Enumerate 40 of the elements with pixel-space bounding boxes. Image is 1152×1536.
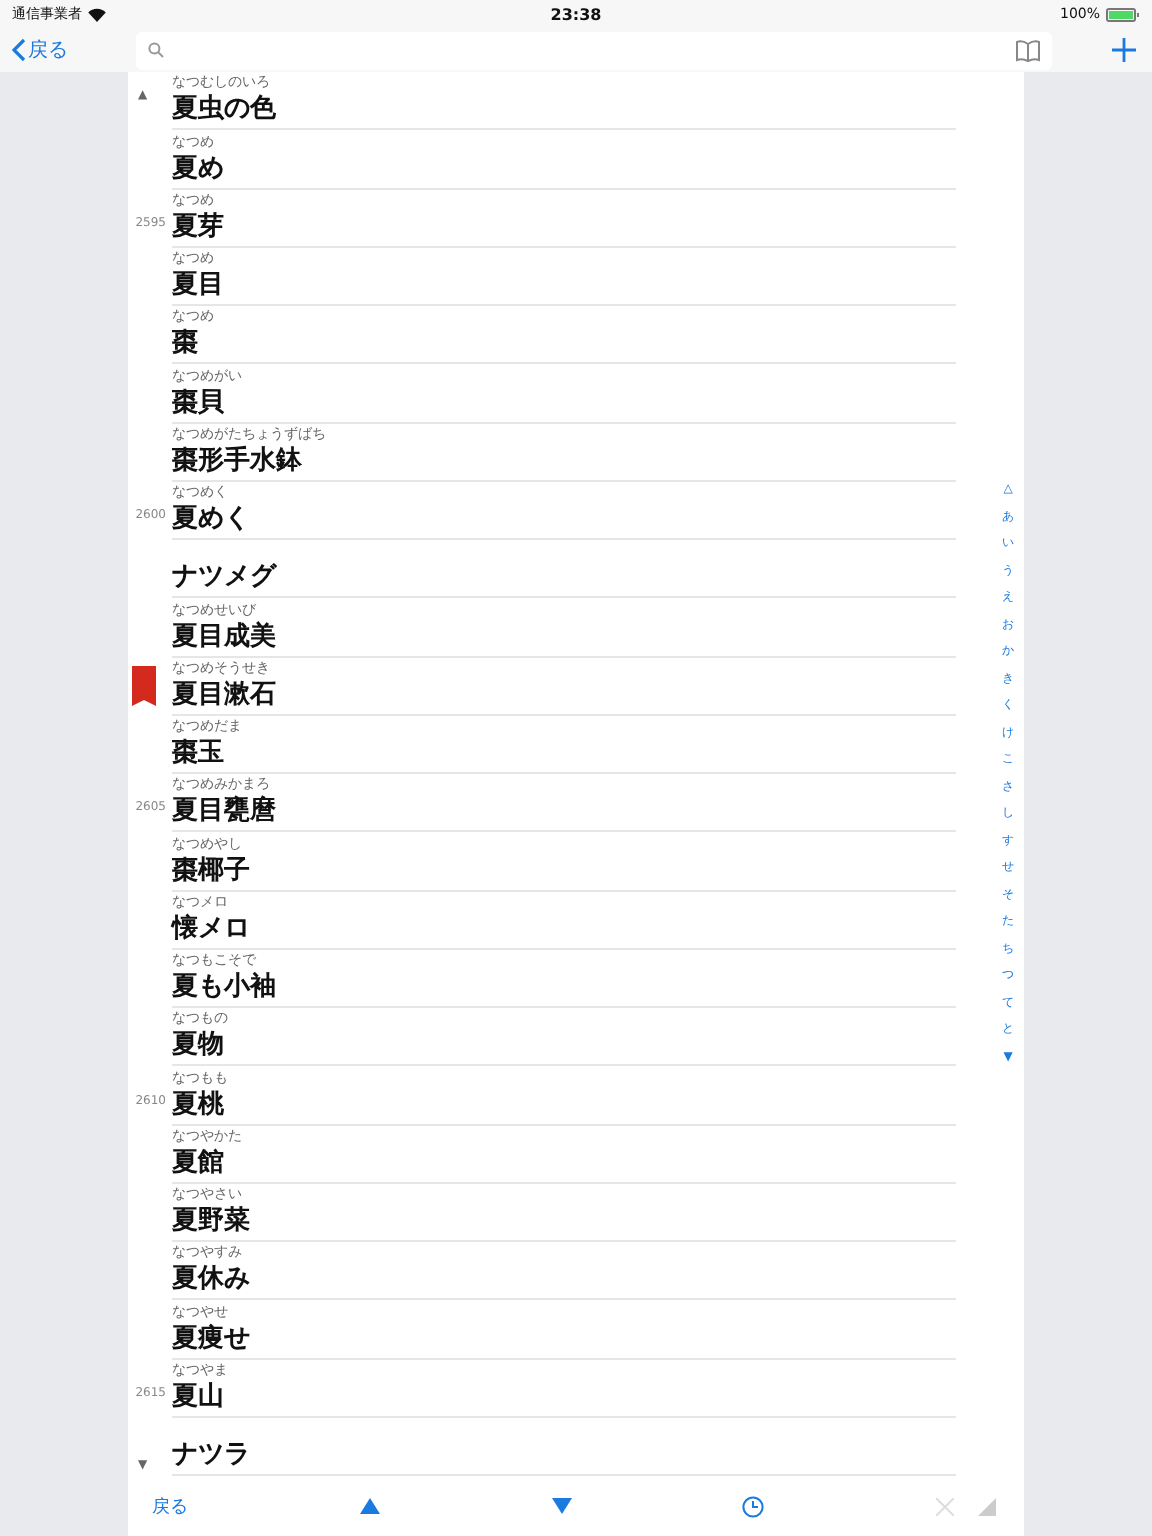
chevron-left-icon — [12, 38, 26, 62]
entry-word: 棗玉 — [172, 736, 226, 768]
search-icon — [148, 42, 164, 58]
up-arrow-icon[interactable] — [359, 1498, 380, 1514]
clock-time: 23:38 — [550, 5, 602, 23]
entry-word: 夏目漱石 — [172, 677, 278, 710]
book-icon[interactable] — [1016, 39, 1040, 61]
history-icon[interactable] — [742, 1495, 765, 1517]
back-link[interactable]: 戻る — [152, 1493, 188, 1519]
entry-word: 夏物 — [172, 1028, 226, 1061]
entry-word: 棗貝 — [172, 385, 226, 417]
battery-icon — [1106, 7, 1140, 21]
entry-word: 夏虫の色 — [172, 92, 278, 125]
entry-word: ナツラ — [172, 1438, 252, 1470]
entry-word: 夏芽 — [172, 209, 226, 242]
entry-word: 夏めく — [172, 502, 252, 534]
entry-row[interactable]: ナツメグ — [172, 540, 956, 599]
resize-grip-icon[interactable] — [978, 1497, 996, 1515]
back-button[interactable]: 戻る — [12, 36, 116, 64]
entry-word: 夏休み — [172, 1262, 252, 1295]
entry-word: 夏目成美 — [172, 619, 278, 651]
search-field[interactable] — [136, 31, 1052, 69]
entry-word: 棗 — [172, 326, 200, 359]
entry-row[interactable]: ナツラ — [172, 1417, 956, 1476]
wifi-icon — [88, 7, 106, 21]
add-icon[interactable] — [1112, 38, 1136, 62]
entry-word: ナツメグ — [172, 560, 279, 593]
entry-word: 夏山 — [172, 1379, 226, 1412]
entry-word: 夏館 — [172, 1145, 226, 1178]
entry-word: 夏も小袖 — [172, 970, 278, 1002]
entry-word: 夏痩せ — [172, 1321, 252, 1353]
entry-word: 懐メロ — [172, 911, 252, 944]
down-arrow-icon[interactable] — [551, 1498, 571, 1514]
entry-word: 夏桃 — [172, 1087, 226, 1119]
entry-word: 夏目 — [172, 268, 226, 300]
entry-word: 夏野菜 — [172, 1204, 252, 1236]
entry-word: 夏目甕麿 — [172, 794, 278, 827]
entry-word: 棗椰子 — [172, 853, 252, 885]
entry-word: 棗形手水鉢 — [172, 443, 304, 476]
entry-word: 夏め — [172, 151, 226, 183]
